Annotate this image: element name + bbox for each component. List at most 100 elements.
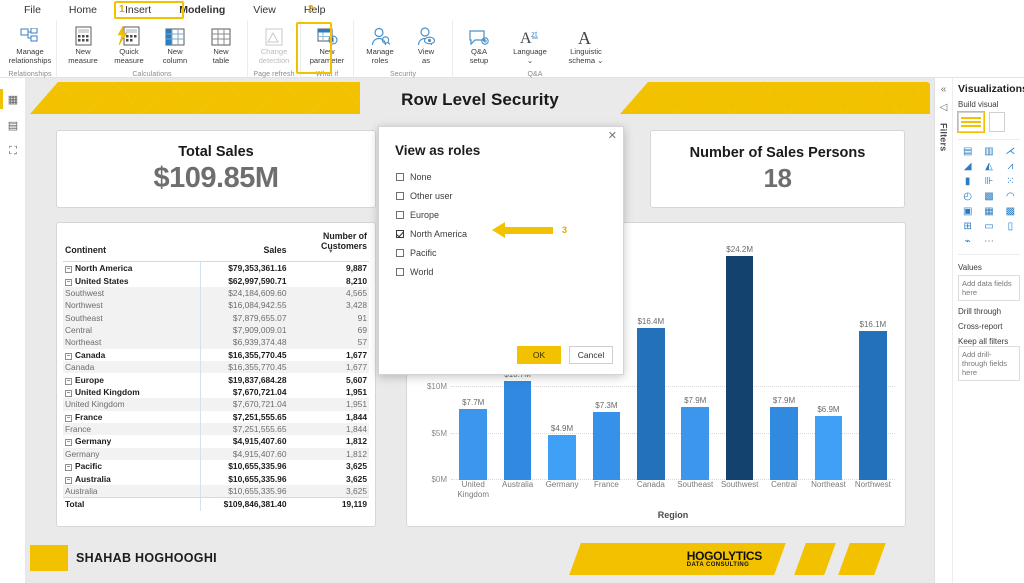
ribbon-button-new-parameter[interactable]: New parameter <box>304 20 350 65</box>
menu-item-modeling[interactable]: Modeling <box>165 2 239 18</box>
chart-bar[interactable] <box>548 434 576 480</box>
chart-bar[interactable] <box>859 330 887 480</box>
chart-bar[interactable] <box>770 406 798 480</box>
collapse-icon[interactable]: – <box>65 464 72 472</box>
table-row[interactable]: – Germany $4,915,407.60 1,812 <box>63 435 369 448</box>
python-visual-icon[interactable]: ⌁ <box>958 235 977 248</box>
ribbon-button-manage-relationships[interactable]: Manage relationships <box>7 20 53 65</box>
table-row[interactable]: Southeast $7,879,655.07 91 <box>63 311 369 324</box>
table-row[interactable]: Northwest $16,084,942.55 3,428 <box>63 299 369 312</box>
table-row[interactable]: – Pacific $10,655,335.96 3,625 <box>63 460 369 473</box>
key-influencers-icon[interactable]: ⊞ <box>958 220 977 233</box>
column-header-number-of-customers[interactable]: Number of Customers ▼ <box>292 227 369 262</box>
table-row[interactable]: Canada $16,355,770.45 1,677 <box>63 361 369 374</box>
chart-bar[interactable] <box>814 416 843 480</box>
chart-bar[interactable] <box>725 255 754 480</box>
menu-item-help[interactable]: Help <box>290 2 340 18</box>
card-total-sales[interactable]: Total Sales $109.85M <box>56 130 376 208</box>
ribbon-button-manage-roles[interactable]: Manage roles <box>357 20 403 65</box>
area-chart-icon[interactable]: ◢ <box>958 160 977 173</box>
qa-visual-icon[interactable]: ▭ <box>979 220 998 233</box>
table-row[interactable]: – Europe $19,837,684.28 5,607 <box>63 373 369 386</box>
filter-icon[interactable]: ◁ <box>940 102 948 113</box>
collapse-icon[interactable]: – <box>65 352 72 360</box>
ribbon-button-new-table[interactable]: New table <box>198 20 244 65</box>
matrix-visual[interactable]: Continent Sales Number of Customers ▼ – N… <box>56 222 376 527</box>
role-option-pacific[interactable]: Pacific <box>396 243 613 262</box>
table-row[interactable]: Northeast $6,939,374.48 57 <box>63 336 369 349</box>
collapse-icon[interactable]: – <box>65 389 72 397</box>
collapse-icon[interactable]: – <box>65 278 72 286</box>
gauge-icon[interactable]: ◠ <box>1001 190 1020 203</box>
scatter-chart-icon[interactable]: ⁙ <box>1001 175 1020 188</box>
chart-bar[interactable] <box>637 328 665 480</box>
table-row[interactable]: – North America $79,353,361.16 9,887 <box>63 261 369 275</box>
chart-bar[interactable] <box>459 408 487 480</box>
collapse-icon[interactable]: – <box>65 414 72 422</box>
line-stacked-icon[interactable]: ⩘ <box>1001 160 1020 173</box>
waterfall-chart-icon[interactable]: ⊪ <box>979 175 998 188</box>
chart-bar-column[interactable]: $7.9M <box>673 239 717 480</box>
clustered-column-chart-icon[interactable]: ▥ <box>979 145 998 158</box>
collapse-icon[interactable]: – <box>65 476 72 484</box>
page-template-icon[interactable] <box>989 112 1005 132</box>
chart-bar[interactable] <box>592 412 621 480</box>
chart-bar-column[interactable]: $6.9M <box>806 239 850 480</box>
ribbon-button-view-as[interactable]: View as <box>403 20 449 65</box>
checkbox-icon[interactable] <box>396 248 404 257</box>
model-view-icon[interactable]: ⛶ <box>0 138 26 164</box>
table-row[interactable]: Southwest $24,184,609.60 4,565 <box>63 286 369 300</box>
matrix-icon[interactable]: ▩ <box>1001 205 1020 218</box>
close-icon[interactable]: ✕ <box>608 131 617 142</box>
filters-pane-label[interactable]: Filters <box>939 123 949 151</box>
report-view-icon[interactable]: ▦ <box>0 86 26 112</box>
stacked-bar-chart-icon[interactable]: ▤ <box>958 145 977 158</box>
stacked-area-chart-icon[interactable]: ◭ <box>979 160 998 173</box>
role-option-none[interactable]: None <box>396 167 613 186</box>
view-as-roles-dialog[interactable]: ✕ View as roles None Other user Europe Nort… <box>378 126 624 375</box>
field-dropzone[interactable]: Add drill-through fields here <box>958 346 1020 381</box>
checkbox-icon[interactable] <box>396 267 404 276</box>
ok-button[interactable]: OK <box>517 346 561 364</box>
collapse-icon[interactable]: – <box>65 377 72 385</box>
collapse-icon[interactable]: – <box>65 266 72 274</box>
cancel-button[interactable]: Cancel <box>569 346 613 364</box>
table-row[interactable]: – France $7,251,555.65 1,844 <box>63 410 369 423</box>
ribbon-button-new-column[interactable]: New column <box>152 20 198 65</box>
table-row[interactable]: – United Kingdom $7,670,721.04 1,951 <box>63 385 369 399</box>
more-options-icon[interactable]: ⋯ <box>979 235 998 248</box>
card-icon[interactable]: ▣ <box>958 205 977 218</box>
paginated-report-icon[interactable]: ▯ <box>1001 220 1020 233</box>
pie-chart-icon[interactable]: ◴ <box>958 190 977 203</box>
checkbox-icon[interactable] <box>396 210 404 219</box>
column-header-continent[interactable]: Continent <box>63 227 201 262</box>
chart-bar-column[interactable]: $24.2M <box>717 239 761 480</box>
ribbon-chart-icon[interactable]: ▮ <box>958 175 977 188</box>
pane-option[interactable]: Cross-report <box>958 322 1020 331</box>
ribbon-button-quick-measure[interactable]: Quick measure <box>106 20 152 65</box>
table-row[interactable]: Australia $10,655,335.96 3,625 <box>63 484 369 498</box>
chart-bar-column[interactable]: $7.9M <box>762 239 806 480</box>
table-row[interactable]: Germany $4,915,407.60 1,812 <box>63 447 369 460</box>
ribbon-button-linguistic-schema[interactable]: A Linguistic schema ⌄ <box>558 20 614 65</box>
checkbox-icon[interactable] <box>396 191 404 200</box>
table-row[interactable]: United Kingdom $7,670,721.04 1,951 <box>63 398 369 411</box>
pane-option[interactable]: Drill through <box>958 307 1020 316</box>
treemap-icon[interactable]: ▩ <box>979 190 998 203</box>
chart-bar-column[interactable]: $16.4M <box>629 239 673 480</box>
menu-item-file[interactable]: File <box>10 2 55 18</box>
checkbox-icon[interactable] <box>396 229 404 238</box>
pane-option[interactable]: Keep all filters <box>958 337 1020 346</box>
checkbox-icon[interactable] <box>396 172 404 181</box>
ribbon-button-new-measure[interactable]: New measure <box>60 20 106 65</box>
collapse-icon[interactable]: – <box>65 439 72 447</box>
ribbon-button-qa-setup[interactable]: Q&A setup <box>456 20 502 65</box>
ribbon-button-language[interactable]: Azt Language ⌄ <box>502 20 558 65</box>
matrix-template-selected[interactable] <box>957 111 985 133</box>
card-number-of-sales-persons[interactable]: Number of Sales Persons 18 <box>650 130 905 208</box>
line-chart-icon[interactable]: ⋌ <box>1001 145 1020 158</box>
collapse-pane-icon[interactable]: « <box>941 84 947 95</box>
menu-item-view[interactable]: View <box>239 2 290 18</box>
table-row[interactable]: – United States $62,997,590.71 8,210 <box>63 274 369 287</box>
table-row[interactable]: France $7,251,555.65 1,844 <box>63 422 369 436</box>
